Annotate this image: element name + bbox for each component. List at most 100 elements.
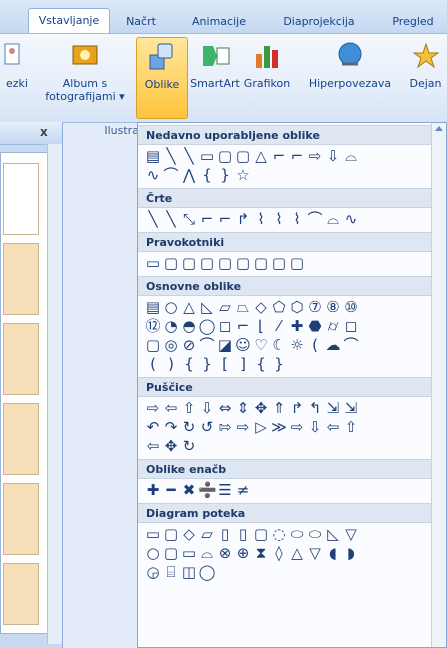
shape-icon[interactable]: ◻	[342, 317, 360, 335]
shape-icon[interactable]: ⑦	[306, 298, 324, 316]
shape-icon[interactable]: ⇰	[216, 418, 234, 436]
shape-icon[interactable]: ▽	[342, 525, 360, 543]
shape-icon[interactable]: ⇨	[306, 147, 324, 165]
scroll-up-icon[interactable]	[435, 126, 443, 131]
shape-icon[interactable]: ⌐	[288, 147, 306, 165]
shape-icon[interactable]: ▢	[216, 147, 234, 165]
shape-icon[interactable]: ≫	[270, 418, 288, 436]
shape-icon[interactable]: ⇧	[342, 418, 360, 436]
shape-icon[interactable]: ⁄	[270, 317, 288, 335]
shape-icon[interactable]: ⌐	[216, 210, 234, 228]
shape-icon[interactable]: ○	[144, 544, 162, 562]
shape-icon[interactable]: ⊕	[234, 544, 252, 562]
shape-icon[interactable]: ⌇	[270, 210, 288, 228]
slide-thumbnail[interactable]	[3, 163, 39, 235]
smartart-button[interactable]: SmartArt	[189, 37, 241, 117]
shape-icon[interactable]: ▢	[162, 254, 180, 272]
shape-icon[interactable]: ▷	[252, 418, 270, 436]
shape-icon[interactable]: ▢	[270, 254, 288, 272]
shape-icon[interactable]: {	[198, 166, 216, 184]
shape-icon[interactable]: {	[252, 355, 270, 373]
shape-icon[interactable]: ▭	[198, 147, 216, 165]
shape-icon[interactable]: ⌓	[342, 147, 360, 165]
shape-icon[interactable]: ⌒	[162, 166, 180, 184]
shape-icon[interactable]: ◎	[162, 336, 180, 354]
shape-icon[interactable]: ]	[234, 355, 252, 373]
shape-icon[interactable]: ⧗	[252, 544, 270, 562]
action-button[interactable]: Dejan	[404, 37, 447, 117]
slide-thumbnail[interactable]	[3, 563, 39, 625]
shape-icon[interactable]: ╲	[162, 210, 180, 228]
shape-icon[interactable]: ↶	[144, 418, 162, 436]
tab-pregled[interactable]: Pregled	[380, 11, 446, 33]
slide-thumbnail[interactable]	[3, 483, 39, 555]
shape-icon[interactable]: ▢	[198, 254, 216, 272]
shape-icon[interactable]: ⑧	[324, 298, 342, 316]
shape-icon[interactable]: ↱	[234, 210, 252, 228]
shape-icon[interactable]: ◊	[270, 544, 288, 562]
shape-icon[interactable]: ▢	[252, 525, 270, 543]
shape-icon[interactable]: }	[198, 355, 216, 373]
shape-icon[interactable]: ▢	[252, 254, 270, 272]
close-icon[interactable]: x	[40, 125, 48, 139]
shape-icon[interactable]: ↱	[288, 399, 306, 417]
shape-icon[interactable]: ⬠	[270, 298, 288, 316]
shape-icon[interactable]: ⇲	[324, 399, 342, 417]
shape-icon[interactable]: ⬣	[306, 317, 324, 335]
shape-icon[interactable]: ♡	[252, 336, 270, 354]
shape-icon[interactable]: ⇦	[144, 437, 162, 455]
shape-icon[interactable]: ⋀	[180, 166, 198, 184]
shape-icon[interactable]: ◔	[162, 317, 180, 335]
shape-icon[interactable]: ⌸	[162, 563, 180, 581]
shape-icon[interactable]: ☺	[234, 336, 252, 354]
shape-icon[interactable]: ⏢	[234, 298, 252, 316]
shape-icon[interactable]: ▯	[234, 525, 252, 543]
shape-icon[interactable]: ╲	[180, 147, 198, 165]
shape-icon[interactable]: ⌐	[234, 317, 252, 335]
shape-icon[interactable]: ⌊	[252, 317, 270, 335]
shape-icon[interactable]: △	[252, 147, 270, 165]
shape-icon[interactable]: ⌐	[270, 147, 288, 165]
shape-icon[interactable]: ☆	[234, 166, 252, 184]
shape-icon[interactable]: ⇑	[270, 399, 288, 417]
shape-icon[interactable]: ▭	[180, 544, 198, 562]
shape-icon[interactable]: (	[306, 336, 324, 354]
shape-icon[interactable]: ⤡	[180, 210, 198, 228]
shape-icon[interactable]: ☁	[324, 336, 342, 354]
shape-icon[interactable]: ▢	[234, 147, 252, 165]
shape-icon[interactable]: ▢	[234, 254, 252, 272]
shape-icon[interactable]: ⇨	[288, 418, 306, 436]
shape-icon[interactable]: △	[180, 298, 198, 316]
shape-icon[interactable]: ▭	[144, 254, 162, 272]
shape-icon[interactable]: ▭	[144, 525, 162, 543]
shape-icon[interactable]: ◪	[216, 336, 234, 354]
shape-icon[interactable]: ▢	[144, 336, 162, 354]
slide-thumbnail[interactable]	[3, 243, 39, 315]
shape-icon[interactable]: ◌	[270, 525, 288, 543]
shape-icon[interactable]: ☼	[288, 336, 306, 354]
shape-icon[interactable]: ✚	[144, 481, 162, 499]
shape-icon[interactable]: ⌒	[198, 336, 216, 354]
shape-icon[interactable]: ✥	[162, 437, 180, 455]
shape-icon[interactable]: ∿	[342, 210, 360, 228]
shape-icon[interactable]: ▱	[216, 298, 234, 316]
shape-icon[interactable]: ⌒	[342, 336, 360, 354]
shape-icon[interactable]: ⑩	[342, 298, 360, 316]
shape-icon[interactable]: ▯	[216, 525, 234, 543]
shape-icon[interactable]: ⌭	[324, 317, 342, 335]
shape-icon[interactable]: ⌇	[288, 210, 306, 228]
shape-icon[interactable]: ◯	[198, 563, 216, 581]
shape-icon[interactable]: ☰	[216, 481, 234, 499]
shape-icon[interactable]: ⌓	[324, 210, 342, 228]
shape-icon[interactable]: ➗	[198, 481, 217, 499]
shape-icon[interactable]: ↷	[162, 418, 180, 436]
shape-icon[interactable]: ⌐	[198, 210, 216, 228]
shape-icon[interactable]: ↰	[306, 399, 324, 417]
shape-icon[interactable]: ⇦	[162, 399, 180, 417]
shape-icon[interactable]: ↺	[198, 418, 216, 436]
shape-icon[interactable]: ▢	[288, 254, 306, 272]
hyperlink-button[interactable]: Hiperpovezava	[300, 37, 400, 117]
shape-icon[interactable]: ∿	[144, 166, 162, 184]
shape-icon[interactable]: }	[270, 355, 288, 373]
shape-icon[interactable]: ╲	[162, 147, 180, 165]
